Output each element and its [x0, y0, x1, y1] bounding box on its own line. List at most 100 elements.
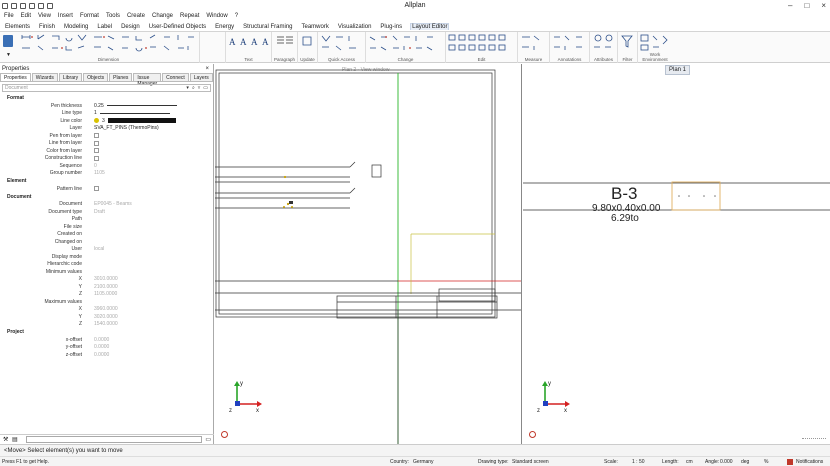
- prop-row[interactable]: Sequence 0: [0, 162, 213, 170]
- tab-library[interactable]: Library: [58, 73, 83, 81]
- prop-row[interactable]: x-offset 0.0000: [0, 336, 213, 344]
- prop-row[interactable]: Line type 1: [0, 110, 213, 118]
- quick-access-icons[interactable]: [318, 33, 366, 57]
- tab-layout-editor[interactable]: Layout Editor: [410, 23, 450, 30]
- menu-repeat[interactable]: Repeat: [180, 13, 199, 19]
- tab-energy[interactable]: Energy: [214, 24, 235, 30]
- tab-connect[interactable]: Connect: [162, 73, 189, 81]
- prop-label: Line color: [60, 117, 82, 124]
- prop-value: 0.0000: [94, 344, 110, 351]
- prop-row[interactable]: Group number 1105: [0, 170, 213, 178]
- attributes-icon[interactable]: [590, 33, 618, 57]
- menu-help[interactable]: ?: [235, 13, 238, 19]
- tab-label[interactable]: Label: [96, 24, 113, 30]
- minimize-icon[interactable]: –: [788, 1, 792, 10]
- dropdown-icon[interactable]: ▾: [186, 85, 189, 91]
- wrench-icon[interactable]: ⚒: [3, 436, 8, 443]
- document-selector[interactable]: Document ▾ ⌕ ▿ ▭: [2, 84, 211, 92]
- command-input[interactable]: [26, 436, 202, 443]
- ribbon-tabs: Elements Finish Modeling Label Design Us…: [0, 22, 830, 32]
- group-attributes: Attributes: [590, 32, 618, 63]
- menu-edit[interactable]: Edit: [21, 13, 31, 19]
- section-project: Project: [7, 329, 24, 335]
- viewport-plan-2[interactable]: Plan 2 - View window y x z: [215, 64, 522, 444]
- tab-planes[interactable]: Planes: [109, 73, 133, 81]
- filter-icon[interactable]: [618, 33, 638, 57]
- menu-create[interactable]: Create: [127, 13, 145, 19]
- prop-label: y-offset: [65, 344, 82, 351]
- drawing-type-value[interactable]: Standard screen: [512, 459, 549, 465]
- angle-value[interactable]: 0.000: [720, 459, 733, 465]
- tab-issue-manager[interactable]: Issue Manager: [133, 73, 162, 87]
- country-value[interactable]: Germany: [413, 459, 434, 465]
- prop-row[interactable]: Pen from layer: [0, 132, 213, 140]
- paragraph-tools-icon[interactable]: [272, 33, 298, 57]
- scale-value[interactable]: 1 : 50: [632, 459, 645, 465]
- maximize-icon[interactable]: □: [804, 1, 809, 10]
- menu-format[interactable]: Format: [80, 13, 99, 19]
- update-icon[interactable]: [298, 33, 318, 57]
- tab-objects[interactable]: Objects: [83, 73, 109, 81]
- menu-change[interactable]: Change: [152, 13, 173, 19]
- tab-modeling[interactable]: Modeling: [63, 24, 89, 30]
- menu-tools[interactable]: Tools: [106, 13, 120, 19]
- annotations-icon[interactable]: [550, 33, 590, 57]
- notifications-label[interactable]: Notifications: [796, 459, 823, 465]
- prop-row[interactable]: z-offset 0.0000: [0, 351, 213, 359]
- palette-close-icon[interactable]: ×: [205, 66, 209, 72]
- group-label-update: Update: [300, 57, 315, 62]
- prop-row[interactable]: Line color 3: [0, 117, 213, 125]
- tab-user-defined-objects[interactable]: User-Defined Objects: [148, 24, 207, 30]
- group-work-environment: Work Environment: [638, 32, 672, 63]
- prop-row[interactable]: Layer SVA_FT_PINS (ThermoPins): [0, 125, 213, 133]
- view-controls-icon[interactable]: [802, 438, 826, 442]
- tab-design[interactable]: Design: [120, 24, 141, 30]
- prop-row[interactable]: Pattern line: [0, 185, 213, 193]
- pen-from-layer-checkbox[interactable]: [94, 133, 99, 139]
- prop-label: Color from layer: [46, 147, 82, 154]
- expand-icon[interactable]: ▭: [205, 436, 211, 443]
- angle-unit[interactable]: deg: [741, 459, 749, 465]
- layer-icon[interactable]: ▤: [12, 436, 18, 443]
- prop-row[interactable]: Line from layer: [0, 140, 213, 148]
- search-icon[interactable]: ⌕: [192, 85, 195, 91]
- edit-tools-icon[interactable]: [446, 33, 518, 57]
- nav-cube-icon[interactable]: [529, 431, 536, 438]
- tab-structural-framing[interactable]: Structural Framing: [242, 24, 293, 30]
- notification-icon[interactable]: [787, 459, 793, 465]
- tab-layers[interactable]: Layers: [189, 73, 213, 81]
- menu-file[interactable]: File: [4, 13, 14, 19]
- prop-row: Hierarchic code: [0, 261, 213, 269]
- tab-properties[interactable]: Properties: [0, 73, 31, 81]
- tab-teamwork[interactable]: Teamwork: [301, 24, 330, 30]
- palette-dropdown-icon[interactable]: ▼: [6, 52, 11, 58]
- svg-text:A: A: [240, 37, 247, 47]
- menu-view[interactable]: View: [38, 13, 51, 19]
- measure-icon[interactable]: [518, 33, 550, 57]
- dimension-tools-icon[interactable]: [18, 33, 200, 57]
- text-tools-icon[interactable]: AAAA: [226, 33, 272, 57]
- pattern-line-checkbox[interactable]: [94, 186, 99, 192]
- prop-row[interactable]: y-offset 0.0000: [0, 344, 213, 352]
- color-from-layer-checkbox[interactable]: [94, 148, 99, 154]
- nav-cube-icon[interactable]: [221, 431, 228, 438]
- viewport-plan-1[interactable]: Plan 1 B-3 9.80x0.40x0.00 6.29to y x z: [523, 64, 830, 444]
- pick-icon[interactable]: ▭: [203, 85, 208, 91]
- palette-icon[interactable]: [3, 35, 13, 47]
- close-icon[interactable]: ×: [821, 1, 826, 10]
- prop-row[interactable]: Pen thickness 0.25: [0, 102, 213, 110]
- construction-line-checkbox[interactable]: [94, 155, 99, 161]
- filter-icon[interactable]: ▿: [198, 85, 201, 91]
- prop-row[interactable]: Color from layer: [0, 147, 213, 155]
- tab-wizards[interactable]: Wizards: [31, 73, 58, 81]
- tab-finish[interactable]: Finish: [38, 24, 56, 30]
- tab-plug-ins[interactable]: Plug-ins: [379, 24, 403, 30]
- menu-window[interactable]: Window: [206, 13, 227, 19]
- menu-insert[interactable]: Insert: [58, 13, 73, 19]
- tab-visualization[interactable]: Visualization: [337, 24, 373, 30]
- tab-elements[interactable]: Elements: [4, 24, 31, 30]
- change-tools-icon[interactable]: [366, 33, 446, 57]
- length-unit[interactable]: cm: [686, 459, 693, 465]
- prop-row[interactable]: Construction line: [0, 155, 213, 163]
- line-from-layer-checkbox[interactable]: [94, 140, 99, 146]
